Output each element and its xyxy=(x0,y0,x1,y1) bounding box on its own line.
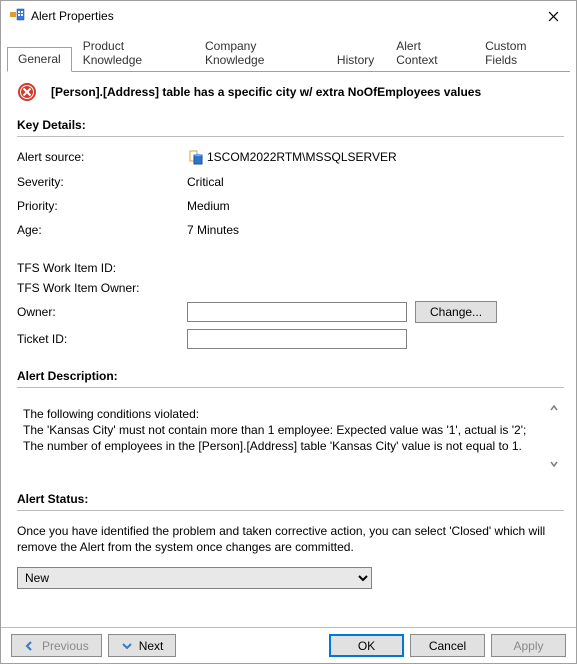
arrow-left-icon xyxy=(24,640,36,652)
status-help-text: Once you have identified the problem and… xyxy=(17,523,564,555)
titlebar: Alert Properties xyxy=(1,1,576,31)
status-heading: Alert Status: xyxy=(17,492,564,506)
row-ticket-id: Ticket ID: xyxy=(17,329,564,349)
divider xyxy=(17,510,564,511)
label-severity: Severity: xyxy=(17,175,187,189)
owner-input[interactable] xyxy=(187,302,407,322)
scroll-down-icon[interactable] xyxy=(546,458,562,474)
divider xyxy=(17,387,564,388)
divider xyxy=(17,136,564,137)
label-age: Age: xyxy=(17,223,187,237)
description-area: The following conditions violated: The '… xyxy=(17,400,564,476)
description-heading: Alert Description: xyxy=(17,369,564,383)
value-alert-source: 1SCOM2022RTM\MSSQLSERVER xyxy=(187,149,397,165)
scroll-up-icon[interactable] xyxy=(546,402,562,418)
label-alert-source: Alert source: xyxy=(17,150,187,164)
tab-custom-fields[interactable]: Custom Fields xyxy=(474,34,570,72)
tab-history[interactable]: History xyxy=(326,48,385,72)
row-age: Age: 7 Minutes xyxy=(17,223,564,237)
database-icon xyxy=(187,149,203,165)
alert-title: [Person].[Address] table has a specific … xyxy=(51,85,481,99)
label-tfs-work-item-owner: TFS Work Item Owner: xyxy=(17,281,187,295)
alert-properties-window: Alert Properties General Product Knowled… xyxy=(0,0,577,664)
value-age: 7 Minutes xyxy=(187,223,239,237)
cancel-button[interactable]: Cancel xyxy=(410,634,485,657)
row-severity: Severity: Critical xyxy=(17,175,564,189)
label-ticket-id: Ticket ID: xyxy=(17,332,187,346)
ok-button[interactable]: OK xyxy=(329,634,404,657)
row-owner: Owner: Change... xyxy=(17,301,564,323)
status-select[interactable]: New xyxy=(17,567,372,589)
row-tfs-work-item-id: TFS Work Item ID: xyxy=(17,261,564,275)
bottom-bar: Previous Next OK Cancel Apply xyxy=(1,627,576,663)
row-alert-source: Alert source: 1SCOM2022RTM\MSSQLSERVER xyxy=(17,149,564,165)
value-priority: Medium xyxy=(187,199,230,213)
tab-alert-context[interactable]: Alert Context xyxy=(385,34,474,72)
window-title: Alert Properties xyxy=(31,9,531,23)
ticket-id-input[interactable] xyxy=(187,329,407,349)
critical-icon xyxy=(17,82,37,102)
key-details-heading: Key Details: xyxy=(17,118,564,132)
description-text: The following conditions violated: The '… xyxy=(17,400,564,476)
tab-company-knowledge[interactable]: Company Knowledge xyxy=(194,34,326,72)
tab-content-general: [Person].[Address] table has a specific … xyxy=(1,72,576,627)
app-icon xyxy=(9,8,25,24)
label-priority: Priority: xyxy=(17,199,187,213)
tab-general[interactable]: General xyxy=(7,47,72,72)
next-button[interactable]: Next xyxy=(108,634,177,657)
change-owner-button[interactable]: Change... xyxy=(415,301,497,323)
arrow-down-icon xyxy=(121,640,133,652)
previous-button[interactable]: Previous xyxy=(11,634,102,657)
apply-button[interactable]: Apply xyxy=(491,634,566,657)
row-tfs-work-item-owner: TFS Work Item Owner: xyxy=(17,281,564,295)
alert-header: [Person].[Address] table has a specific … xyxy=(17,82,564,102)
row-priority: Priority: Medium xyxy=(17,199,564,213)
tabstrip: General Product Knowledge Company Knowle… xyxy=(1,31,576,71)
close-button[interactable] xyxy=(531,1,576,31)
label-tfs-work-item-id: TFS Work Item ID: xyxy=(17,261,187,275)
tab-product-knowledge[interactable]: Product Knowledge xyxy=(72,34,194,72)
value-severity: Critical xyxy=(187,175,224,189)
label-owner: Owner: xyxy=(17,305,187,319)
